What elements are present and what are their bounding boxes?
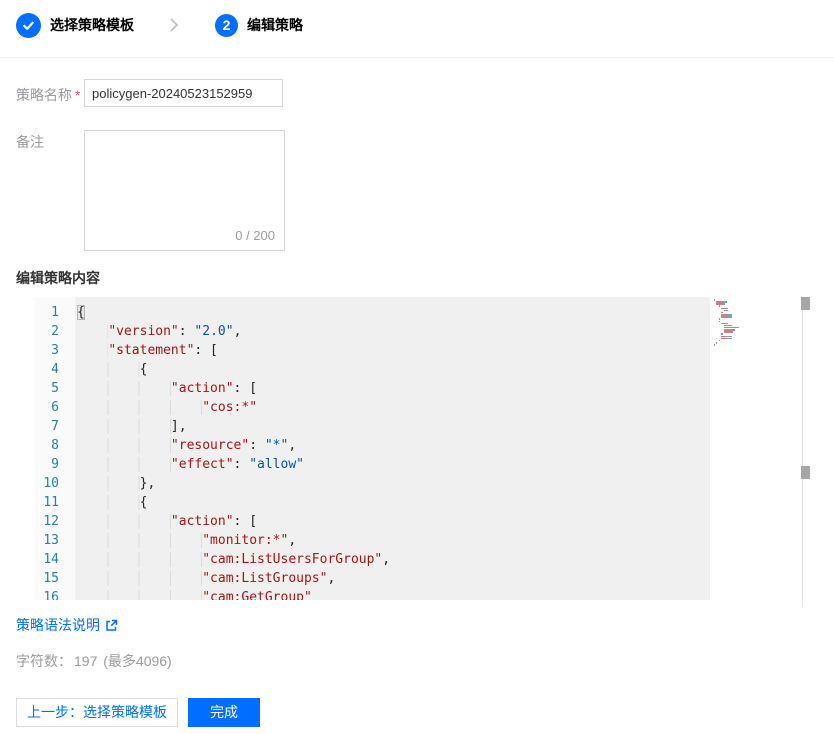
finish-button[interactable]: 完成 (188, 698, 260, 727)
create-policy-page: 选择策略模板 2 编辑策略 策略名称* 备注 0 / 200 编辑策略内容 12… (0, 0, 834, 734)
policy-syntax-link[interactable]: 策略语法说明 (16, 615, 118, 635)
remark-textarea[interactable] (85, 131, 284, 250)
editor-scrollbar-thumb[interactable] (801, 297, 810, 310)
policy-name-label-text: 策略名称 (16, 87, 72, 103)
remark-field: 0 / 200 (84, 130, 285, 251)
prev-step-button[interactable]: 上一步：选择策略模板 (16, 698, 178, 727)
required-asterisk: * (75, 87, 80, 103)
policy-name-input[interactable] (84, 79, 283, 107)
step-separator (167, 17, 181, 33)
policy-syntax-link-text: 策略语法说明 (16, 615, 100, 635)
step1-done-icon (16, 13, 41, 38)
remark-label-text: 备注 (16, 134, 44, 150)
char-count-max: (最多4096) (103, 653, 171, 669)
chevron-right-icon (167, 17, 181, 33)
char-count-label: 字符数： (16, 653, 72, 669)
step2-number-badge: 2 (215, 14, 238, 37)
check-icon (22, 19, 35, 32)
char-count-value: 197 (74, 653, 97, 669)
scrollbar-track (802, 297, 803, 607)
step-wizard: 选择策略模板 2 编辑策略 (16, 11, 303, 39)
editor-minimap[interactable] (713, 299, 795, 597)
step2-number: 2 (223, 17, 231, 33)
policy-code-editor[interactable]: { "version": "2.0", "statement": [ { "ac… (75, 297, 710, 600)
header-divider (0, 57, 834, 58)
step1-label: 选择策略模板 (50, 15, 134, 35)
step2-label: 编辑策略 (247, 15, 303, 35)
policy-name-label: 策略名称* (16, 85, 80, 105)
page-scrollbar-thumb[interactable] (801, 466, 810, 479)
remark-label: 备注 (16, 132, 44, 152)
editor-line-number-gutter: 12345678910111213141516171819202122 (35, 297, 75, 600)
external-link-icon (105, 619, 118, 632)
editor-section-title: 编辑策略内容 (16, 268, 100, 288)
char-count-row: 字符数：197 (最多4096) (16, 651, 174, 671)
footer-buttons: 上一步：选择策略模板 完成 (16, 698, 260, 727)
